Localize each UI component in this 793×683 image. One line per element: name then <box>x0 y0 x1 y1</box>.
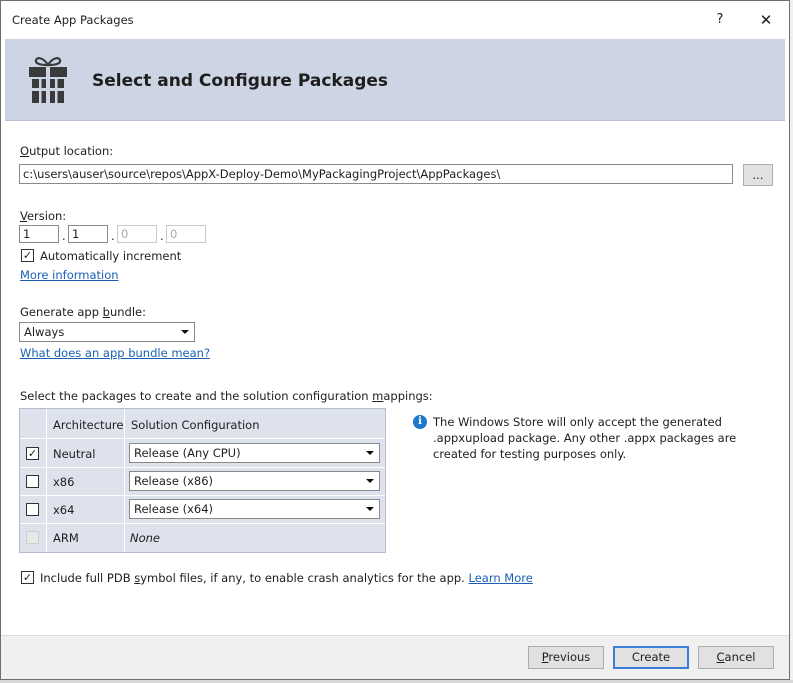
column-header-architecture: Architecture <box>53 418 124 432</box>
version-minor-input[interactable]: 1 <box>68 225 108 243</box>
auto-increment-checkbox[interactable]: ✓ <box>21 249 34 262</box>
version-label: Version: <box>20 209 67 223</box>
row-arch-x64: x64 <box>53 503 75 517</box>
config-select-value: Release (x64) <box>134 502 214 516</box>
grid-divider <box>124 409 125 552</box>
chevron-down-icon <box>366 479 374 483</box>
grid-divider <box>46 409 47 552</box>
config-select-value: Release (x86) <box>134 474 214 488</box>
row-checkbox-x64[interactable] <box>26 503 39 516</box>
config-select-neutral[interactable]: Release (Any CPU) <box>129 443 380 463</box>
create-button[interactable]: Create <box>613 646 689 669</box>
version-separator: . <box>111 229 115 243</box>
grid-divider <box>20 495 385 496</box>
row-config-arm: None <box>130 531 161 545</box>
previous-button[interactable]: Previous <box>528 646 604 669</box>
cancel-button[interactable]: Cancel <box>698 646 774 669</box>
package-gift-icon <box>29 57 67 103</box>
pdb-symbols-checkbox[interactable]: ✓ <box>21 571 34 584</box>
dialog-body: Output location: c:\users\auser\source\r… <box>5 120 785 634</box>
version-revision-input: 0 <box>166 225 206 243</box>
version-build-input: 0 <box>117 225 157 243</box>
version-separator: . <box>160 229 164 243</box>
info-icon: i <box>413 415 427 429</box>
row-checkbox-x86[interactable] <box>26 475 39 488</box>
window-title: Create App Packages <box>12 13 134 27</box>
title-bar: Create App Packages ? ✕ <box>1 1 789 39</box>
row-arch-arm: ARM <box>53 531 79 545</box>
store-info-text: The Windows Store will only accept the g… <box>433 415 737 461</box>
grid-divider <box>20 467 385 468</box>
output-location-input[interactable]: c:\users\auser\source\repos\AppX-Deploy-… <box>19 164 733 184</box>
bundle-select[interactable]: Always <box>19 322 195 342</box>
help-button[interactable]: ? <box>706 6 734 34</box>
bundle-help-link[interactable]: What does an app bundle mean? <box>20 346 210 360</box>
row-checkbox-neutral[interactable]: ✓ <box>26 447 39 460</box>
generate-bundle-label: Generate app bundle: <box>20 305 147 319</box>
config-select-value: Release (Any CPU) <box>134 446 241 460</box>
row-checkbox-arm <box>26 531 39 544</box>
close-button[interactable]: ✕ <box>752 6 780 34</box>
packages-grid: Architecture Solution Configuration ✓ Ne… <box>19 408 386 553</box>
bundle-select-value: Always <box>24 325 65 339</box>
config-select-x86[interactable]: Release (x86) <box>129 471 380 491</box>
browse-button[interactable]: ... <box>743 164 773 186</box>
chevron-down-icon <box>366 451 374 455</box>
config-select-x64[interactable]: Release (x64) <box>129 499 380 519</box>
chevron-down-icon <box>181 330 189 334</box>
pdb-symbols-label: Include full PDB symbol files, if any, t… <box>40 571 533 585</box>
column-header-solution-configuration: Solution Configuration <box>131 418 260 432</box>
auto-increment-label: Automatically increment <box>40 249 182 263</box>
version-separator: . <box>62 229 66 243</box>
chevron-down-icon <box>366 507 374 511</box>
page-title: Select and Configure Packages <box>92 71 389 91</box>
row-arch-neutral: Neutral <box>53 447 96 461</box>
dialog-footer: Previous Create Cancel <box>1 635 789 679</box>
row-arch-x86: x86 <box>53 475 75 489</box>
grid-divider <box>20 523 385 524</box>
output-location-label: Output location: <box>20 144 114 158</box>
create-app-packages-dialog: Create App Packages ? ✕ Select and Confi… <box>0 0 790 680</box>
version-major-input[interactable]: 1 <box>19 225 59 243</box>
more-information-link[interactable]: More information <box>20 268 119 282</box>
dialog-header: Select and Configure Packages <box>5 39 785 120</box>
packages-label: Select the packages to create and the so… <box>20 389 433 403</box>
learn-more-link[interactable]: Learn More <box>469 571 533 585</box>
